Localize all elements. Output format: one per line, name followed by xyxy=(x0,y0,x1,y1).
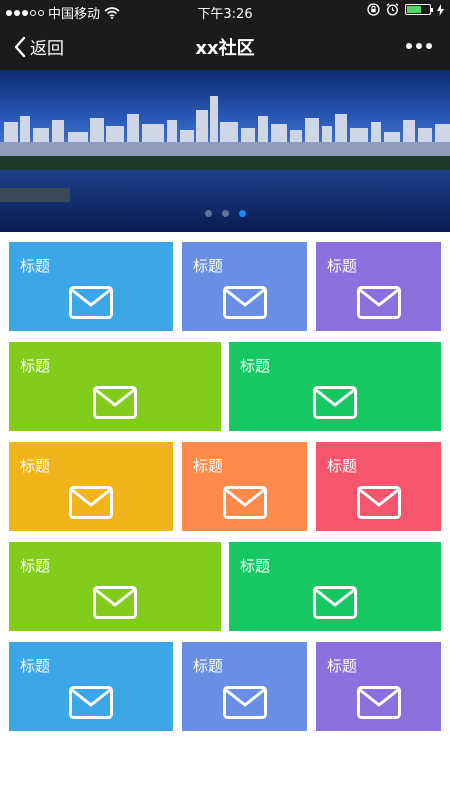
tile-9[interactable]: 标题 xyxy=(9,542,221,631)
battery-icon xyxy=(405,4,433,15)
tile-title: 标题 xyxy=(20,557,51,575)
tile-10[interactable]: 标题 xyxy=(229,542,441,631)
tile-13[interactable]: 标题 xyxy=(316,642,441,731)
more-dot-icon xyxy=(406,43,412,49)
tile-4[interactable]: 标题 xyxy=(9,342,221,431)
tile-1[interactable]: 标题 xyxy=(9,242,173,331)
tile-title: 标题 xyxy=(20,357,51,375)
mail-icon xyxy=(69,686,113,719)
more-button[interactable] xyxy=(406,43,432,49)
banner-carousel[interactable] xyxy=(0,70,450,232)
alarm-icon xyxy=(386,3,399,16)
nav-bar: 返回 xx社区 xyxy=(0,22,450,70)
tile-title: 标题 xyxy=(240,357,271,375)
carousel-dot[interactable] xyxy=(204,210,212,217)
page-title: xx社区 xyxy=(195,38,255,59)
tile-title: 标题 xyxy=(20,657,51,675)
more-dot-icon xyxy=(416,43,422,49)
tile-7[interactable]: 标题 xyxy=(182,442,307,531)
tile-title: 标题 xyxy=(20,457,51,475)
tile-title: 标题 xyxy=(327,257,358,275)
mail-icon xyxy=(69,486,113,519)
carousel-dot[interactable] xyxy=(221,210,229,217)
tile-2[interactable]: 标题 xyxy=(182,242,307,331)
mail-icon xyxy=(357,286,401,319)
mail-icon xyxy=(357,686,401,719)
status-right xyxy=(367,3,444,16)
tile-title: 标题 xyxy=(193,457,224,475)
carousel-dot-active[interactable] xyxy=(238,210,246,217)
mail-icon xyxy=(93,586,137,619)
mail-icon xyxy=(223,486,267,519)
mail-icon xyxy=(313,586,357,619)
more-dot-icon xyxy=(426,43,432,49)
rotation-lock-icon xyxy=(367,3,380,16)
tile-title: 标题 xyxy=(327,657,358,675)
tile-6[interactable]: 标题 xyxy=(9,442,173,531)
tile-12[interactable]: 标题 xyxy=(182,642,307,731)
mail-icon xyxy=(69,286,113,319)
mail-icon xyxy=(223,686,267,719)
tile-3[interactable]: 标题 xyxy=(316,242,441,331)
mail-icon xyxy=(357,486,401,519)
tile-5[interactable]: 标题 xyxy=(229,342,441,431)
tile-title: 标题 xyxy=(327,457,358,475)
tile-8[interactable]: 标题 xyxy=(316,442,441,531)
city-skyline-image xyxy=(0,70,450,232)
tile-title: 标题 xyxy=(193,257,224,275)
mail-icon xyxy=(313,386,357,419)
tile-11[interactable]: 标题 xyxy=(9,642,173,731)
mail-icon xyxy=(93,386,137,419)
charging-icon xyxy=(437,3,444,16)
carousel-indicator xyxy=(0,210,450,217)
tile-title: 标题 xyxy=(240,557,271,575)
mail-icon xyxy=(223,286,267,319)
tile-title: 标题 xyxy=(20,257,51,275)
status-bar: 中国移动 下午3:26 xyxy=(0,0,450,22)
tile-title: 标题 xyxy=(193,657,224,675)
